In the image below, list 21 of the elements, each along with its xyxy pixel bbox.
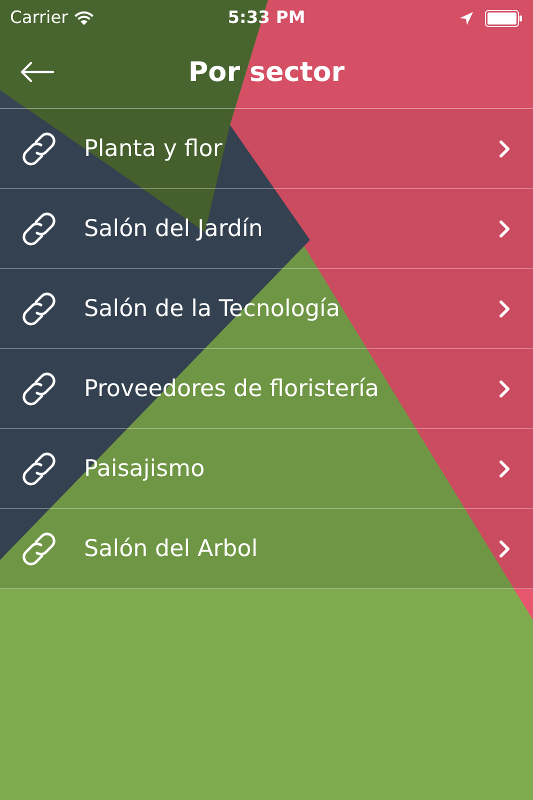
wifi-icon	[74, 10, 94, 26]
battery-icon	[485, 10, 523, 26]
item-label: Salón del Arbol	[84, 536, 259, 562]
chevron-right-icon	[499, 220, 511, 238]
chevron-right-icon	[499, 380, 511, 398]
sector-list-item[interactable]: Planta y flor	[0, 109, 533, 189]
item-label: Salón de la Tecnología	[84, 296, 342, 322]
location-arrow-icon	[460, 12, 473, 24]
chevron-right-icon	[499, 300, 511, 318]
chevron-right-icon	[499, 140, 511, 158]
item-label: Salón del Jardín	[84, 216, 264, 242]
chevron-right-icon	[499, 540, 511, 558]
item-label: Planta y flor	[84, 136, 224, 162]
item-label: Proveedores de floristería	[84, 376, 380, 402]
page-title: Por sector	[188, 56, 345, 88]
item-label: Paisajismo	[84, 456, 206, 482]
carrier-name: Carrier	[10, 8, 68, 28]
chevron-right-icon	[499, 460, 511, 478]
back-button[interactable]	[20, 61, 54, 83]
sector-list-item[interactable]: Salón de la Tecnología	[0, 269, 533, 349]
sector-list-item[interactable]: Salón del Jardín	[0, 189, 533, 269]
